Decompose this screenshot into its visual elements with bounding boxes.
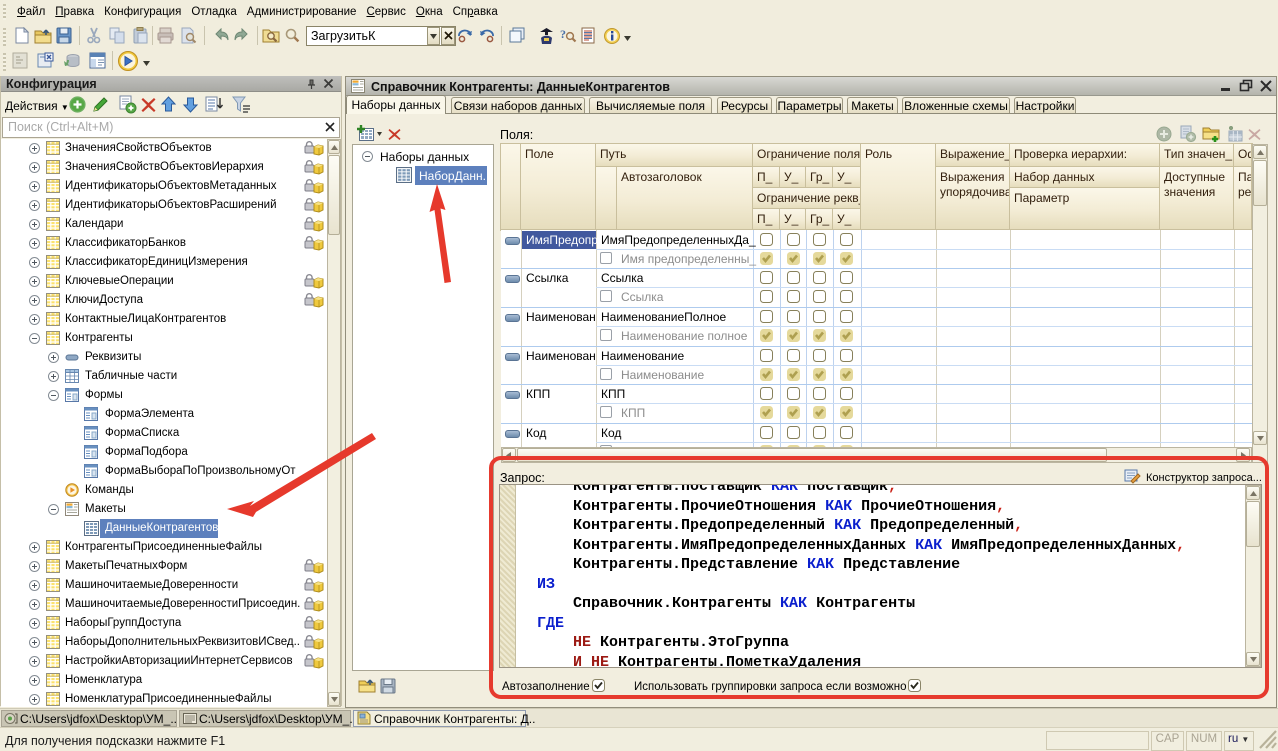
svg-text:?: ? xyxy=(560,27,566,41)
